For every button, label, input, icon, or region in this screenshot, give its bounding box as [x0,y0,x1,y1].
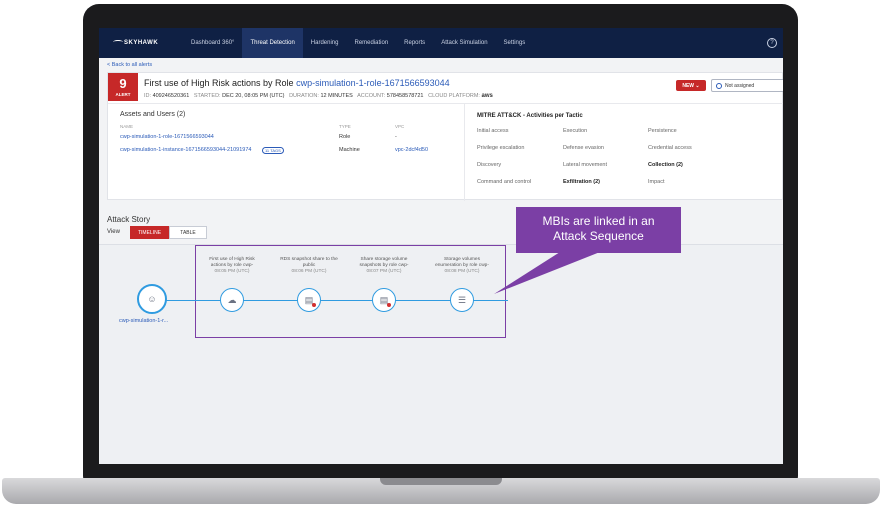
event-node-2[interactable]: ▤ [297,288,321,312]
view-label: View [107,229,120,235]
asset-role-type: Role [339,134,351,140]
actor-node[interactable]: ☺ [137,284,167,314]
nav-dashboard[interactable]: Dashboard 360° [183,28,242,58]
event-2-time: 08:06 PM (UTC) [291,269,327,274]
tags-badge[interactable]: 11 TAGS [262,147,284,154]
help-icon[interactable]: ? [767,38,777,48]
event-1-line2: actions by role cwp- [210,263,254,268]
card-divider [108,103,783,104]
actor-label[interactable]: cwp-simulation-1-r... [119,318,168,324]
nav-threat-detection[interactable]: Threat Detection [242,28,303,58]
skyhawk-logo[interactable]: SKYHAWK [113,40,183,46]
card-vertical-divider [464,103,465,201]
meta-duration: 12 MINUTES [320,93,353,99]
event-4-time: 08:08 PM (UTC) [444,269,480,274]
event-node-4[interactable]: ☰ [450,288,474,312]
top-navbar: SKYHAWK Dashboard 360° Threat Detection … [99,28,783,58]
tactic-defense-evasion: Defense evasion [563,145,604,151]
meta-started: DEC 20, 08:05 PM (UTC) [222,93,285,99]
meta-account: 578458578721 [386,93,424,99]
user-icon: ☺ [147,293,157,304]
assets-title: Assets and Users (2) [120,111,186,118]
meta-duration-label: DURATION: [289,93,319,99]
tactic-discovery: Discovery [477,162,502,168]
meta-started-label: STARTED: [193,93,221,99]
tactic-persistence: Persistence [648,128,677,134]
meta-id-label: ID: [144,93,152,99]
status-label: NEW [682,82,695,89]
tactic-privilege-escalation: Privilege escalation [477,145,525,151]
assignee-dropdown[interactable]: Not assigned [711,79,783,92]
alert-meta: ID: 409246520361 STARTED: DEC 20, 08:05 … [144,93,493,99]
alert-card: 9 ALERT First use of High Risk actions b… [107,72,783,201]
alert-title-prefix: First use of High Risk actions by Role [144,78,294,88]
col-vpc-header: VPC [395,124,405,129]
nav-attack-simulation[interactable]: Attack Simulation [433,28,495,58]
event-2-line1: RDS snapshot share to the [280,257,338,262]
nav-hardening[interactable]: Hardening [303,28,347,58]
alert-title: First use of High Risk actions by Role c… [144,78,450,88]
annotation-callout: MBIs are linked in an Attack Sequence [516,207,681,253]
event-1-time: 08:05 PM (UTC) [214,269,250,274]
event-node-1[interactable]: ☁ [220,288,244,312]
aws-logo: aws [481,93,493,99]
asset-role-vpc: - [395,134,397,140]
nav-reports[interactable]: Reports [396,28,433,58]
severity-label: ALERT [115,92,131,97]
assignee-label: Not assigned [725,82,755,89]
alert-title-role-link[interactable]: cwp-simulation-1-role-1671566593044 [296,78,450,88]
meta-id: 409246520361 [152,93,190,99]
event-label-2: RDS snapshot share to the public 08:06 PM … [269,257,349,275]
chevron-down-icon: ⌄ [695,82,700,89]
attack-story-title: Attack Story [107,215,151,224]
severity-badge: 9 ALERT [108,73,138,101]
col-type-header: TYPE [339,124,351,129]
event-4-line2: enumeration by role cwp- [435,263,489,268]
tactic-impact: Impact [648,179,665,185]
event-4-line1: Storage volumes [444,257,480,262]
event-label-3: Share storage volume snapshots by role cw… [344,257,424,275]
back-to-alerts-link[interactable]: < Back to all alerts [107,62,152,68]
mitre-title: MITRE ATT&CK - Activities per Tactic [477,113,583,119]
asset-machine-type: Machine [339,147,360,153]
logo-text: SKYHAWK [124,40,159,46]
tactic-command-and-control: Command and control [477,179,532,185]
status-dropdown[interactable]: NEW ⌄ [676,80,706,91]
tactic-execution: Execution [563,128,588,134]
tactic-lateral-movement: Lateral movement [563,162,608,168]
cloud-icon: ☁ [227,294,237,305]
nav-settings[interactable]: Settings [496,28,534,58]
severity-number: 9 [119,76,127,91]
tab-table[interactable]: TABLE [169,226,207,239]
event-2-line2: public [302,263,316,268]
meta-account-label: ACCOUNT: [357,93,386,99]
event-1-line1: First use of High Risk [209,257,255,262]
tactic-initial-access: Initial access [477,128,509,134]
user-icon [716,82,722,89]
asset-role-link[interactable]: cwp-simulation-1-role-1671566593044 [120,134,214,140]
list-search-icon: ☰ [457,294,467,305]
event-label-1: First use of High Risk actions by role cw… [192,257,272,275]
event-node-3[interactable]: ▤ [372,288,396,312]
callout-line2: Attack Sequence [553,229,644,243]
laptop-notch [380,478,502,485]
document-alert-icon: ▤ [305,295,317,307]
col-name-header: NAME [120,124,134,129]
event-3-line1: Share storage volume [360,257,408,262]
logo-mark-icon [113,40,123,44]
nav-remediation[interactable]: Remediation [346,28,396,58]
event-3-time: 08:07 PM (UTC) [366,269,402,274]
tactic-exfiltration[interactable]: Exfiltration (2) [563,179,600,185]
asset-machine-link[interactable]: cwp-simulation-1-instance-1671566593044-… [120,147,251,153]
tactic-collection[interactable]: Collection (2) [648,162,683,168]
meta-platform-label: CLOUD PLATFORM: [428,93,480,99]
event-label-4: Storage volumes enumeration by role cwp- 0… [422,257,502,275]
tactic-credential-access: Credential access [648,145,692,151]
asset-machine-vpc-link[interactable]: vpc-2dcf4d50 [395,147,428,153]
callout-line1: MBIs are linked in an [542,214,655,228]
document-alert-icon: ▤ [380,295,392,307]
event-3-line2: snapshots by role cwp- [359,263,409,268]
tab-timeline[interactable]: TIMELINE [130,226,169,239]
